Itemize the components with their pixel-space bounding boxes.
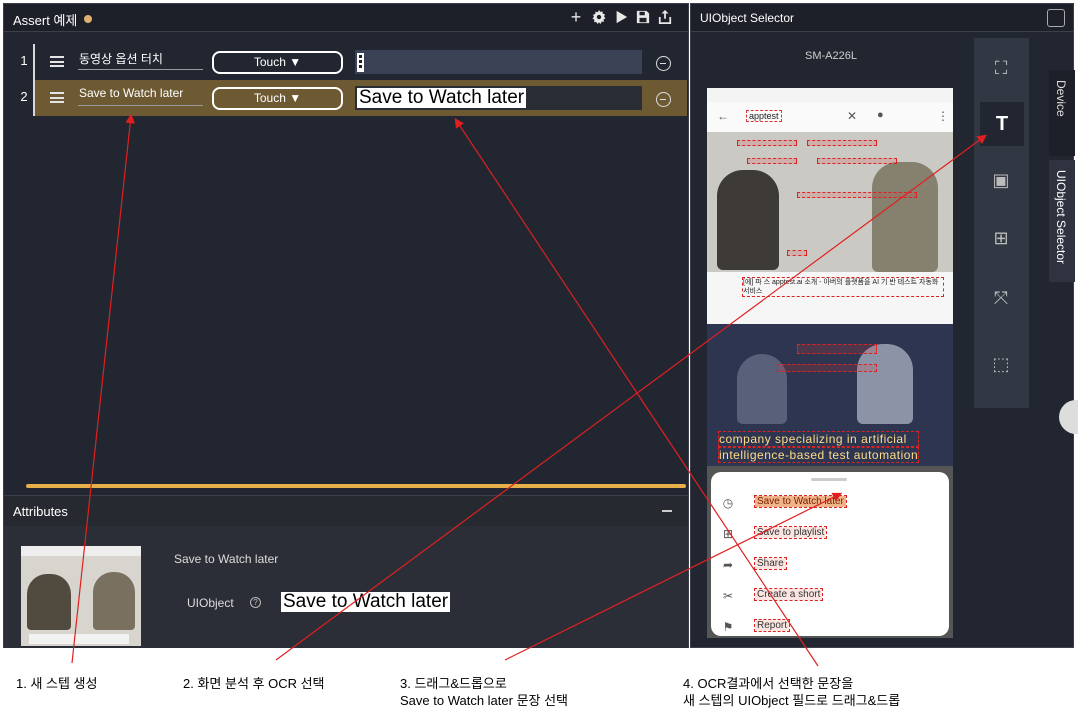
uiobject-selector-panel: UIObject Selector SM-A226L ← apptest ✕ ●…	[690, 3, 1078, 648]
caption-4b: 새 스텝의 UIObject 필드로 드래그&드롭	[683, 693, 901, 708]
caption-2: 2. 화면 분석 후 OCR 선택	[183, 676, 325, 691]
crop-icon[interactable]: ⬚	[985, 348, 1017, 380]
attribute-step-name: Save to Watch later	[174, 552, 279, 566]
video-thumbnail	[707, 132, 953, 272]
more-icon: ⋮	[937, 109, 949, 123]
back-icon: ←	[717, 109, 729, 123]
step-thumbnail	[21, 546, 141, 646]
progress-bar	[26, 484, 686, 488]
remove-step-icon[interactable]	[656, 92, 671, 107]
ocr-info-line[interactable]: [에] 파 스 apptest.ai 소개 - 아버의 플랫폼을 AI 기 반 …	[742, 277, 944, 297]
select-icon[interactable]: ⛶	[985, 52, 1017, 84]
mic-icon: ●	[877, 109, 884, 121]
save-icon[interactable]	[634, 10, 652, 27]
step-label-underline	[78, 105, 203, 106]
uiobject-field[interactable]: Save to Watch later	[355, 86, 642, 110]
selector-tool-column: ⛶ T ▣ ⊞ ⤧ ⬚	[974, 38, 1029, 408]
link-icon[interactable]	[1047, 9, 1065, 27]
uiobject-value: Save to Watch later	[357, 87, 527, 108]
caption-1: 1. 새 스텝 생성	[16, 676, 98, 691]
step-row-selected[interactable]: 2 Save to Watch later Touch ▼ Save to Wa…	[4, 80, 687, 116]
tab-device[interactable]: Device	[1049, 70, 1075, 156]
attributes-panel: Attributes Save to Watch later UIObject …	[4, 495, 688, 648]
minimize-icon[interactable]	[662, 510, 672, 512]
drag-handle-icon[interactable]	[50, 56, 64, 67]
image-icon[interactable]: ▣	[985, 164, 1017, 196]
sheet-item-create-short[interactable]: ✂ Create a short	[711, 581, 949, 611]
step-number: 2	[20, 89, 28, 104]
bottom-sheet-menu: ◷ Save to Watch later ⊞ Save to playlist…	[711, 472, 949, 636]
selector-header: UIObject Selector	[691, 4, 1073, 32]
play-icon[interactable]	[612, 10, 630, 27]
export-icon[interactable]	[656, 10, 674, 27]
more-icon[interactable]	[357, 53, 364, 72]
action-dropdown[interactable]: Touch ▼	[212, 51, 343, 74]
selector-title: UIObject Selector	[700, 11, 795, 25]
video-thumbnail-2: company specializing in artificial intel…	[707, 324, 953, 466]
caption-3a: 3. 드래그&드롭으로	[400, 676, 507, 691]
tab-uiobject-selector[interactable]: UIObject Selector	[1049, 160, 1075, 282]
ocr-icon[interactable]: T	[980, 102, 1024, 146]
sheet-item-report[interactable]: ⚑ Report	[711, 612, 949, 638]
sheet-item-share[interactable]: ➦ Share	[711, 550, 949, 580]
uiobject-label: UIObject	[187, 596, 234, 610]
step-label[interactable]: Save to Watch later	[79, 86, 204, 100]
playlist-add-icon: ⊞	[722, 527, 734, 541]
scenario-panel: Assert 예제 + 1 동영상 옵션 터치 Touch ▼ 2 Save t…	[3, 3, 689, 648]
step-label-underline	[78, 69, 203, 70]
help-icon[interactable]: ?	[250, 597, 261, 608]
sheet-item-save-playlist[interactable]: ⊞ Save to playlist	[711, 519, 949, 549]
step-label[interactable]: 동영상 옵션 터치	[79, 50, 204, 67]
unsaved-dot	[84, 15, 92, 23]
flag-icon: ⚑	[722, 620, 734, 634]
step-number: 1	[20, 53, 28, 68]
attributes-title: Attributes	[13, 504, 68, 519]
collapse-handle[interactable]	[1059, 400, 1078, 434]
step-row[interactable]: 1 동영상 옵션 터치 Touch ▼	[4, 44, 687, 80]
uiobject-field[interactable]	[355, 50, 642, 74]
caption-4a: 4. OCR결과에서 선택한 문장을	[683, 676, 854, 691]
close-icon: ✕	[847, 109, 858, 123]
grid-icon[interactable]: ⊞	[985, 222, 1017, 254]
clock-icon: ◷	[722, 496, 734, 510]
ocr-overlay-text[interactable]: company specializing in artificial intel…	[717, 431, 920, 463]
scenario-header: Assert 예제 +	[4, 4, 688, 32]
phone-search-bar: ← apptest ✕ ● ⋮	[707, 102, 953, 132]
action-dropdown[interactable]: Touch ▼	[212, 87, 343, 110]
sheet-item-save-watch-later[interactable]: ◷ Save to Watch later	[711, 488, 949, 518]
caption-3b: Save to Watch later 문장 선택	[400, 693, 569, 708]
scissors-icon: ✂	[722, 589, 734, 603]
attributes-header: Attributes	[4, 496, 688, 526]
share-icon: ➦	[722, 558, 734, 572]
scenario-title: Assert 예제	[13, 13, 78, 28]
expand-icon[interactable]: ⤧	[985, 282, 1017, 314]
drag-handle-icon[interactable]	[50, 92, 64, 103]
video-info: [에] 파 스 apptest.ai 소개 - 아버의 플랫폼을 AI 기 반 …	[707, 272, 953, 324]
uiobject-value[interactable]: Save to Watch later	[281, 592, 451, 612]
add-icon[interactable]: +	[567, 8, 585, 26]
remove-step-icon[interactable]	[656, 56, 671, 71]
gear-icon[interactable]	[590, 10, 608, 27]
device-model: SM-A226L	[805, 50, 857, 62]
phone-status-bar	[707, 88, 953, 102]
search-text[interactable]: apptest	[746, 110, 782, 122]
device-screen[interactable]: ← apptest ✕ ● ⋮ [에] 파 스 apptest.ai 소개 - …	[707, 88, 953, 638]
